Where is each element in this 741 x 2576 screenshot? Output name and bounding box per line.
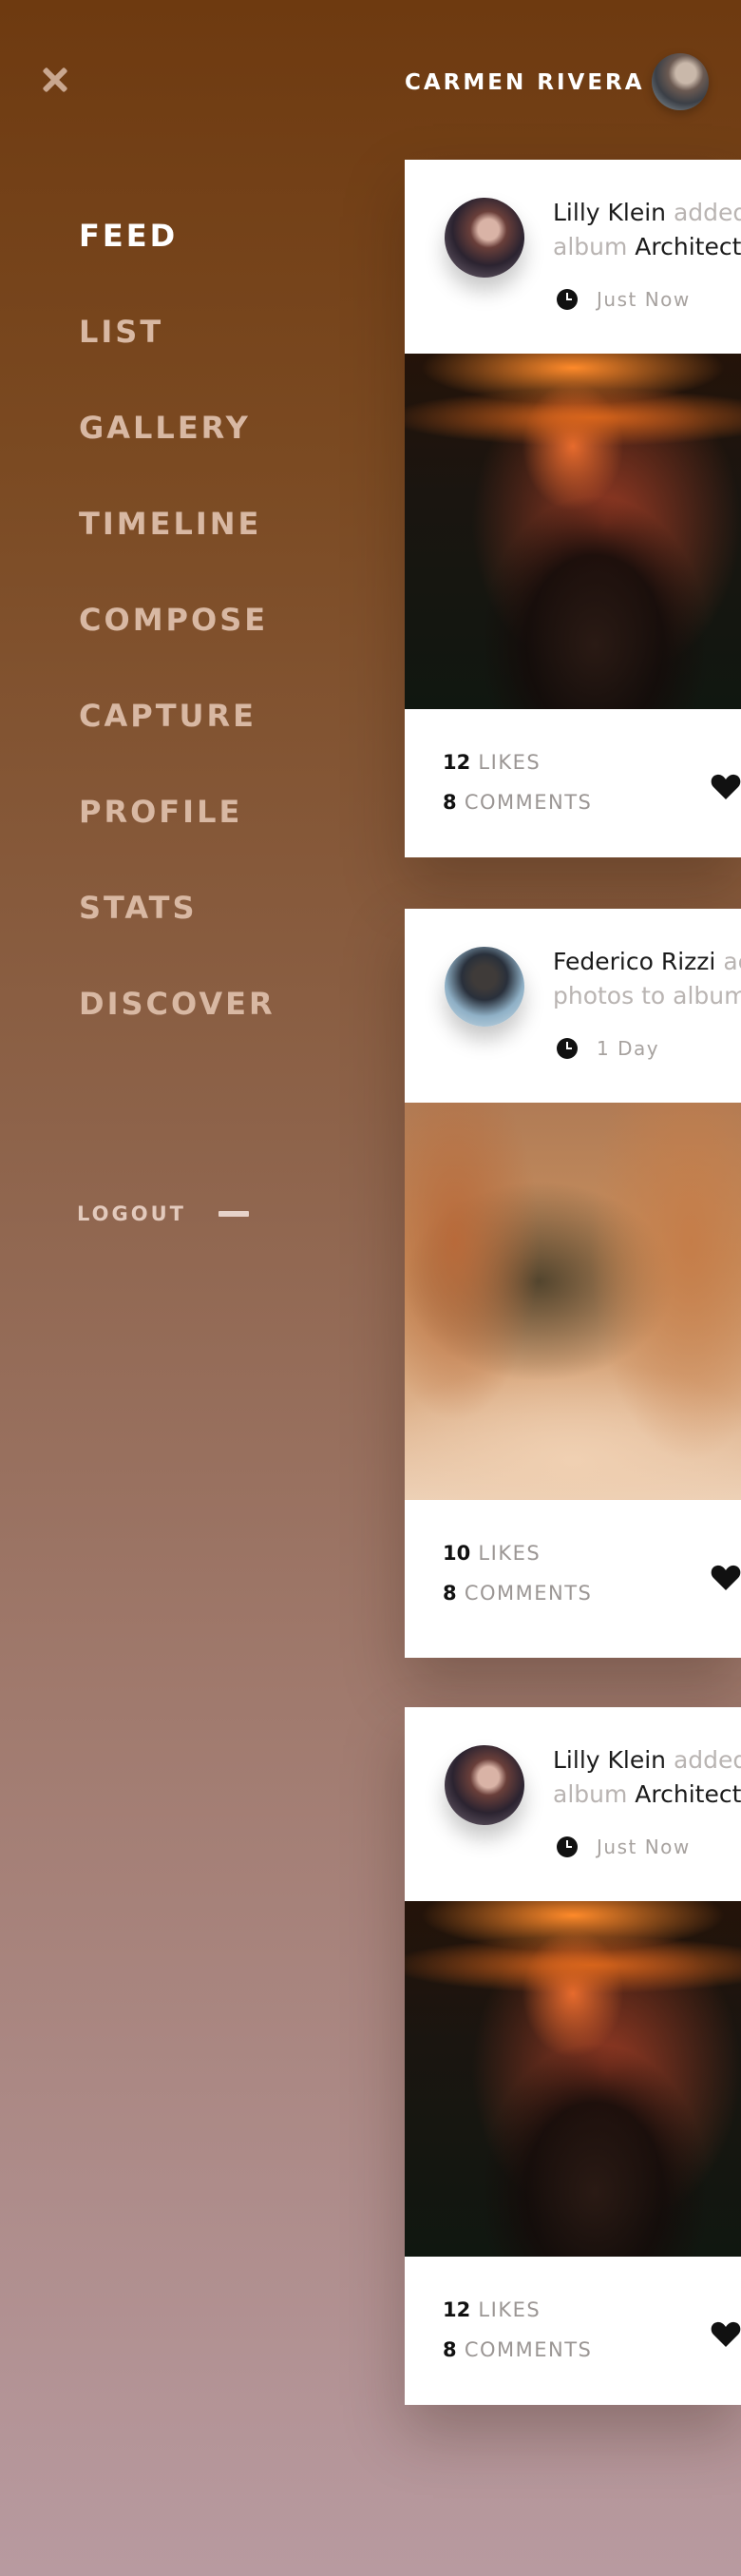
close-icon[interactable] — [38, 63, 72, 97]
avatar[interactable] — [652, 53, 709, 110]
comments-count[interactable]: 8 COMMENTS — [443, 791, 592, 814]
post-photo[interactable] — [405, 1103, 741, 1500]
post-time: Just Now — [557, 1836, 691, 1858]
post-photo[interactable] — [405, 1901, 741, 2257]
action-text-2: album — [553, 1780, 628, 1808]
comments-count[interactable]: 8 COMMENTS — [443, 2338, 592, 2361]
post-description: Lilly Klein added album Architectu — [553, 1743, 741, 1812]
action-text-2: photos to album — [553, 982, 741, 1009]
comments-count[interactable]: 8 COMMENTS — [443, 1582, 592, 1605]
menu-item-list[interactable]: LIST — [79, 310, 276, 406]
side-menu: FEED LIST GALLERY TIMELINE COMPOSE CAPTU… — [79, 214, 276, 1078]
action-text-2: album — [553, 233, 628, 260]
card-header: Lilly Klein added album Architectu Just … — [405, 1707, 741, 1901]
author-name[interactable]: Lilly Klein — [553, 199, 666, 226]
feed-card: Lilly Klein added album Architectu Just … — [405, 1707, 741, 2405]
action-text: added — [673, 1746, 741, 1774]
logout-label: LOGOUT — [77, 1202, 186, 1225]
author-avatar[interactable] — [445, 1745, 524, 1825]
post-time: Just Now — [557, 288, 691, 311]
post-description: Federico Rizzi ac photos to album — [553, 945, 741, 1013]
menu-item-timeline[interactable]: TIMELINE — [79, 502, 276, 598]
author-name[interactable]: Lilly Klein — [553, 1746, 666, 1774]
menu-item-discover[interactable]: DISCOVER — [79, 982, 276, 1078]
card-header: Lilly Klein added album Architectu Just … — [405, 160, 741, 354]
time-label: 1 Day — [597, 1037, 660, 1060]
feed-card: Lilly Klein added album Architectu Just … — [405, 160, 741, 857]
card-footer: 12 LIKES 8 COMMENTS — [405, 709, 741, 857]
heart-icon[interactable] — [711, 772, 741, 800]
post-photo[interactable] — [405, 354, 741, 709]
post-description: Lilly Klein added album Architectu — [553, 196, 741, 264]
card-footer: 12 LIKES 8 COMMENTS — [405, 2257, 741, 2405]
minus-icon — [218, 1211, 249, 1217]
clock-icon — [557, 1038, 578, 1059]
card-header: Federico Rizzi ac photos to album 1 Day — [405, 909, 741, 1103]
post-time: 1 Day — [557, 1037, 659, 1060]
heart-icon[interactable] — [711, 1563, 741, 1591]
menu-item-feed[interactable]: FEED — [79, 214, 276, 310]
user-name[interactable]: CARMEN RIVERA — [405, 70, 642, 95]
menu-item-capture[interactable]: CAPTURE — [79, 694, 276, 790]
author-name[interactable]: Federico Rizzi — [553, 948, 715, 975]
likes-count[interactable]: 10 LIKES — [443, 1542, 541, 1565]
time-label: Just Now — [597, 1836, 691, 1858]
album-name[interactable]: Architectu — [635, 1780, 741, 1808]
clock-icon — [557, 289, 578, 310]
author-avatar[interactable] — [445, 947, 524, 1027]
album-name[interactable]: Architectu — [635, 233, 741, 260]
menu-item-compose[interactable]: COMPOSE — [79, 598, 276, 694]
menu-item-stats[interactable]: STATS — [79, 886, 276, 982]
action-text: added — [673, 199, 741, 226]
heart-icon[interactable] — [711, 2319, 741, 2348]
menu-item-profile[interactable]: PROFILE — [79, 790, 276, 886]
logout-button[interactable]: LOGOUT — [77, 1202, 249, 1225]
clock-icon — [557, 1836, 578, 1857]
action-text: ac — [723, 948, 741, 975]
time-label: Just Now — [597, 288, 691, 311]
likes-count[interactable]: 12 LIKES — [443, 2298, 541, 2321]
feed-card: Federico Rizzi ac photos to album 1 Day … — [405, 909, 741, 1658]
likes-count[interactable]: 12 LIKES — [443, 751, 541, 774]
menu-item-gallery[interactable]: GALLERY — [79, 406, 276, 502]
author-avatar[interactable] — [445, 198, 524, 278]
card-footer: 10 LIKES 8 COMMENTS — [405, 1500, 741, 1658]
